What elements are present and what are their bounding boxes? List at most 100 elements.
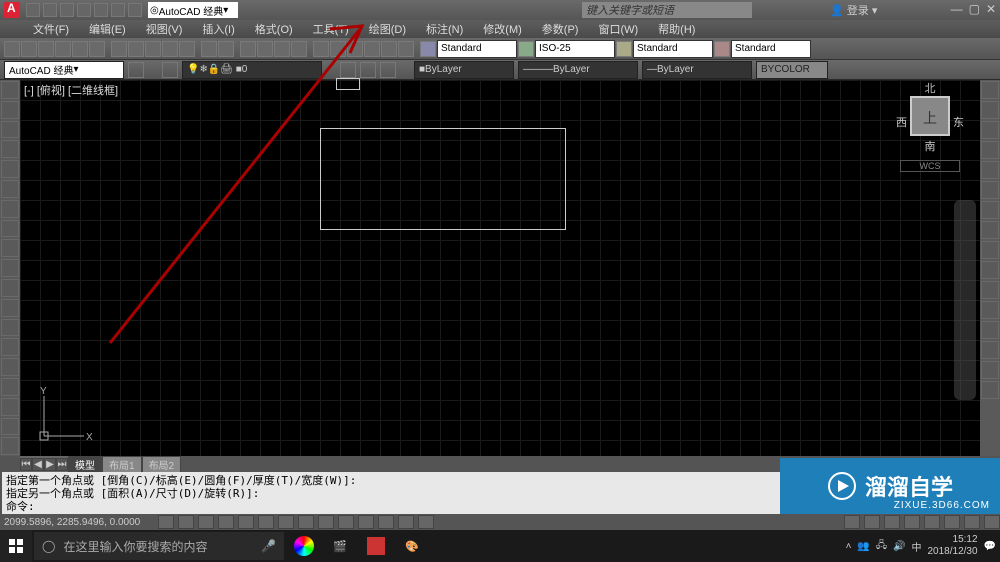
arc-icon[interactable] [1, 180, 19, 198]
zoom-icon[interactable] [257, 41, 273, 57]
workspace-dropdown[interactable]: ◎ AutoCAD 经典 ▾ [148, 2, 238, 18]
array-icon[interactable] [981, 161, 999, 179]
plot-icon[interactable] [55, 41, 71, 57]
dim-style-dropdown[interactable]: ISO-25 [535, 40, 615, 58]
dimstyle-icon[interactable] [518, 41, 534, 57]
open-icon[interactable] [21, 41, 37, 57]
pline-icon[interactable] [1, 121, 19, 139]
new-icon[interactable] [4, 41, 20, 57]
rectangle-object[interactable] [320, 128, 566, 230]
polar-toggle[interactable] [218, 515, 234, 529]
ducs-toggle[interactable] [298, 515, 314, 529]
insert-icon[interactable] [1, 299, 19, 317]
hardware-accel-icon[interactable] [944, 515, 960, 529]
point-icon[interactable] [1, 338, 19, 356]
cut-icon[interactable] [111, 41, 127, 57]
otrack-toggle[interactable] [278, 515, 294, 529]
table-icon[interactable] [1, 418, 19, 436]
windows-search-input[interactable]: ◯ 在这里输入你要搜索的内容 🎤 [34, 532, 284, 560]
menu-draw[interactable]: 绘图(D) [360, 20, 415, 38]
join-icon[interactable] [981, 321, 999, 339]
qat-undo-icon[interactable] [111, 3, 125, 17]
app-logo[interactable] [4, 2, 20, 18]
pan-icon[interactable] [240, 41, 256, 57]
tray-ime-icon[interactable]: 中 [911, 539, 921, 554]
qat-save-icon[interactable] [60, 3, 74, 17]
compass-n[interactable]: 北 [900, 80, 960, 96]
taskbar-app-2[interactable]: 🎬 [324, 532, 356, 560]
tab-next-icon[interactable]: ▶ [44, 458, 56, 471]
dyn-toggle[interactable] [318, 515, 334, 529]
explode-icon[interactable] [981, 381, 999, 399]
copy-icon[interactable] [128, 41, 144, 57]
trim-icon[interactable] [981, 261, 999, 279]
chamfer-icon[interactable] [981, 341, 999, 359]
cleanscreen-icon[interactable] [984, 515, 1000, 529]
compass-e[interactable]: 东 [953, 114, 964, 130]
xline-icon[interactable] [1, 101, 19, 119]
lineweight-dropdown[interactable]: — ByLayer [642, 61, 752, 79]
preview-icon[interactable] [72, 41, 88, 57]
tray-chevron-icon[interactable]: ˄ [846, 541, 852, 552]
save-icon[interactable] [38, 41, 54, 57]
menu-format[interactable]: 格式(O) [246, 20, 302, 38]
mirror-icon[interactable] [981, 121, 999, 139]
revcloud-icon[interactable] [1, 220, 19, 238]
properties-icon[interactable] [313, 41, 329, 57]
tab-prev-icon[interactable]: ◀ [32, 458, 44, 471]
mic-icon[interactable]: 🎤 [261, 539, 276, 553]
layer-dropdown[interactable]: 💡❄🔒🖨 ■ 0 [182, 61, 322, 79]
redo-icon[interactable] [218, 41, 234, 57]
wcs-label[interactable]: WCS [900, 160, 960, 172]
tray-people-icon[interactable]: 👥 [857, 541, 869, 552]
lwt-toggle[interactable] [338, 515, 354, 529]
isolate-icon[interactable] [964, 515, 980, 529]
rectangle-icon[interactable] [1, 160, 19, 178]
stretch-icon[interactable] [981, 241, 999, 259]
model-paper-toggle[interactable] [844, 515, 860, 529]
markup-icon[interactable] [381, 41, 397, 57]
3dosnap-toggle[interactable] [258, 515, 274, 529]
ortho-toggle[interactable] [198, 515, 214, 529]
layer-manager-icon[interactable] [162, 62, 178, 78]
fillet-icon[interactable] [981, 361, 999, 379]
zoomwin-icon[interactable] [274, 41, 290, 57]
tab-first-icon[interactable]: ⏮ [20, 458, 32, 471]
tpy-toggle[interactable] [358, 515, 374, 529]
calc-icon[interactable] [398, 41, 414, 57]
help-search-input[interactable]: 键入关键字或短语 [582, 2, 752, 18]
grid-toggle[interactable] [178, 515, 194, 529]
mleaderstyle-icon[interactable] [714, 41, 730, 57]
gradient-icon[interactable] [1, 378, 19, 396]
login-button[interactable]: 👤 登录 ▾ [830, 2, 877, 18]
tab-layout2[interactable]: 布局2 [142, 456, 182, 473]
ellipse-icon[interactable] [1, 259, 19, 277]
compass-s[interactable]: 南 [900, 138, 960, 154]
menu-edit[interactable]: 编辑(E) [80, 20, 135, 38]
mtext-icon[interactable] [1, 437, 19, 455]
menu-dimension[interactable]: 标注(N) [417, 20, 472, 38]
dcenter-icon[interactable] [330, 41, 346, 57]
break-icon[interactable] [981, 301, 999, 319]
publish-icon[interactable] [89, 41, 105, 57]
annotation-scale-icon[interactable] [884, 515, 900, 529]
start-button[interactable] [0, 530, 32, 562]
spline-icon[interactable] [1, 239, 19, 257]
qat-saveas-icon[interactable] [77, 3, 91, 17]
tab-last-icon[interactable]: ⏭ [56, 458, 68, 471]
sheetset-icon[interactable] [364, 41, 380, 57]
clock[interactable]: 15:12 2018/12/30 [927, 534, 977, 558]
workspace-switch-icon[interactable] [904, 515, 920, 529]
matchprop-icon[interactable] [162, 41, 178, 57]
osnap-toggle[interactable] [238, 515, 254, 529]
extend-icon[interactable] [981, 281, 999, 299]
viewport-label[interactable]: [-] [俯视] [二维线框] [24, 82, 118, 98]
quickview-layouts-icon[interactable] [864, 515, 880, 529]
paste-icon[interactable] [145, 41, 161, 57]
line-icon[interactable] [1, 81, 19, 99]
compass-w[interactable]: 西 [896, 114, 907, 130]
hatch-icon[interactable] [1, 358, 19, 376]
tray-network-icon[interactable]: 🖧 [876, 538, 887, 555]
layeriso-icon[interactable] [360, 62, 376, 78]
makeblock-icon[interactable] [1, 319, 19, 337]
